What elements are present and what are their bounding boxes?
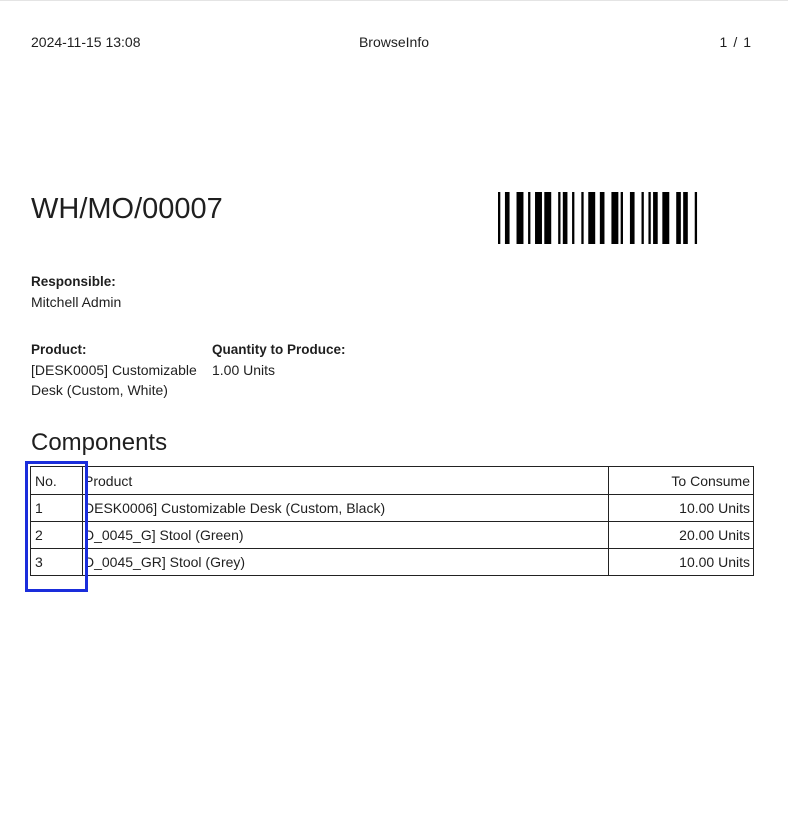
product-value-line2: Desk (Custom, White) bbox=[31, 382, 168, 398]
row-number: 3 bbox=[30, 548, 83, 576]
barcode-bar bbox=[694, 192, 698, 244]
quantity-value: 1.00 Units bbox=[212, 362, 276, 378]
barcode-bar bbox=[648, 192, 651, 244]
barcode-bar bbox=[629, 192, 635, 244]
row-product: D_0045_G] Stool (Green) bbox=[82, 521, 609, 549]
barcode-bar bbox=[558, 192, 561, 244]
barcode-bar bbox=[599, 192, 605, 244]
table-row: 2 D_0045_G] Stool (Green) 20.00 Units bbox=[30, 521, 754, 549]
page-separator: / bbox=[733, 34, 738, 50]
barcode-bar bbox=[611, 192, 619, 244]
barcode-bar bbox=[528, 192, 531, 244]
barcode-bar bbox=[544, 192, 552, 244]
row-product: DESK0006] Customizable Desk (Custom, Bla… bbox=[82, 494, 609, 522]
page-top-border bbox=[0, 0, 788, 1]
barcode-bar bbox=[498, 192, 501, 244]
barcode-bar bbox=[620, 192, 623, 244]
barcode-bar bbox=[683, 192, 688, 244]
table-row: 3 D_0045_GR] Stool (Grey) 10.00 Units bbox=[30, 548, 754, 576]
row-to-consume: 10.00 Units bbox=[608, 494, 754, 522]
components-table: No. Product To Consume 1 DESK0006] Custo… bbox=[30, 466, 754, 576]
responsible-value: Mitchell Admin bbox=[31, 294, 122, 310]
barcode-bar bbox=[562, 192, 568, 244]
barcode-bar bbox=[581, 192, 584, 244]
barcode-bar bbox=[535, 192, 542, 244]
column-header-to-consume: To Consume bbox=[608, 466, 754, 495]
barcode-bar bbox=[676, 192, 681, 244]
page-current: 1 bbox=[719, 34, 728, 50]
product-value-line1: [DESK0005] Customizable bbox=[31, 362, 197, 378]
barcode-bar bbox=[662, 192, 670, 244]
barcode-bar bbox=[504, 192, 510, 244]
barcode-bar bbox=[653, 192, 658, 244]
company-name: BrowseInfo bbox=[358, 34, 430, 50]
page-counter: 1 / 1 bbox=[717, 33, 754, 51]
components-heading: Components bbox=[31, 429, 168, 456]
barcode-bar bbox=[572, 192, 575, 244]
barcode-image bbox=[498, 192, 698, 244]
row-product: D_0045_GR] Stool (Grey) bbox=[82, 548, 609, 576]
components-header-row: No. Product To Consume bbox=[30, 466, 754, 495]
row-number: 1 bbox=[30, 494, 83, 522]
row-to-consume: 20.00 Units bbox=[608, 521, 754, 549]
quantity-label: Quantity to Produce: bbox=[212, 342, 346, 357]
manufacturing-order-reference: WH/MO/00007 bbox=[31, 193, 223, 225]
responsible-label: Responsible: bbox=[31, 274, 116, 289]
barcode-bar bbox=[641, 192, 644, 244]
table-row: 1 DESK0006] Customizable Desk (Custom, B… bbox=[30, 494, 754, 522]
column-header-no: No. bbox=[30, 466, 83, 495]
barcode-bar bbox=[588, 192, 596, 244]
row-number: 2 bbox=[30, 521, 83, 549]
product-label: Product: bbox=[31, 342, 87, 357]
page-total: 1 bbox=[743, 34, 751, 50]
column-header-product: Product bbox=[82, 466, 609, 495]
row-to-consume: 10.00 Units bbox=[608, 548, 754, 576]
barcode-bar bbox=[516, 192, 524, 244]
